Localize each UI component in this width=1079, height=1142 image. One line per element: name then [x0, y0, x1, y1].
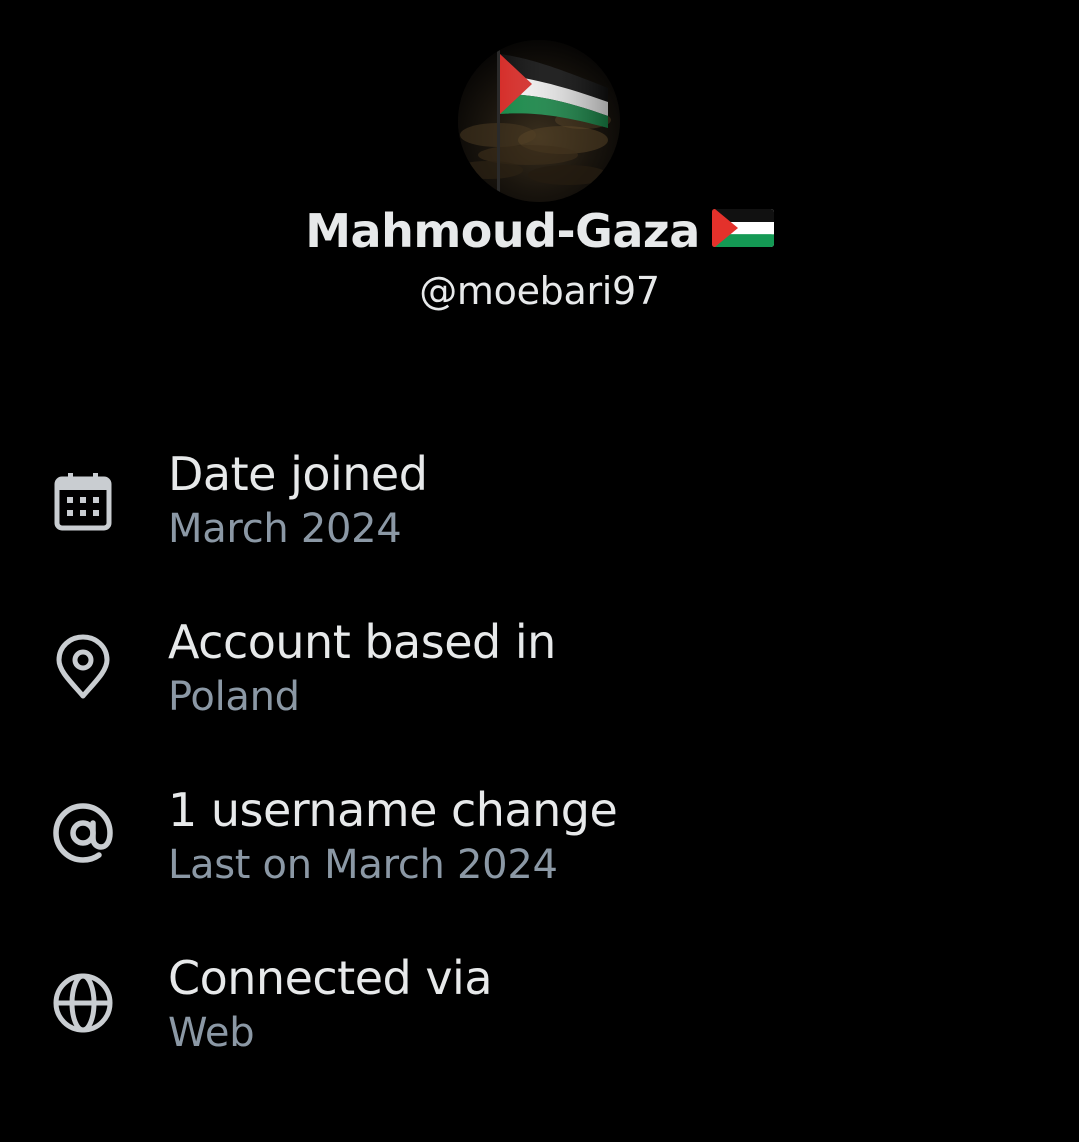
info-value: Last on March 2024 [168, 842, 558, 888]
profile-handle: @moebari97 [419, 269, 660, 313]
palestine-flag-emoji [711, 204, 774, 258]
location-pin-icon [50, 634, 116, 700]
info-title: Date joined [168, 447, 428, 501]
display-name-text: Mahmoud-Gaza [305, 204, 700, 258]
info-username-change: 1 username change Last on March 2024 [0, 782, 1079, 902]
display-name: Mahmoud-Gaza [0, 204, 1079, 258]
info-value: March 2024 [168, 506, 402, 552]
info-title: Account based in [168, 615, 556, 669]
calendar-icon [50, 470, 116, 536]
globe-icon [50, 970, 116, 1036]
palestine-flag-avatar-image [458, 40, 620, 202]
info-value: Web [168, 1010, 255, 1056]
info-account-location: Account based in Poland [0, 614, 1079, 734]
info-title: Connected via [168, 951, 493, 1005]
info-value: Poland [168, 674, 300, 720]
info-date-joined: Date joined March 2024 [0, 446, 1079, 566]
at-sign-icon [50, 800, 116, 866]
info-title: 1 username change [168, 783, 618, 837]
info-connected-via: Connected via Web [0, 950, 1079, 1070]
profile-avatar[interactable] [458, 40, 620, 202]
